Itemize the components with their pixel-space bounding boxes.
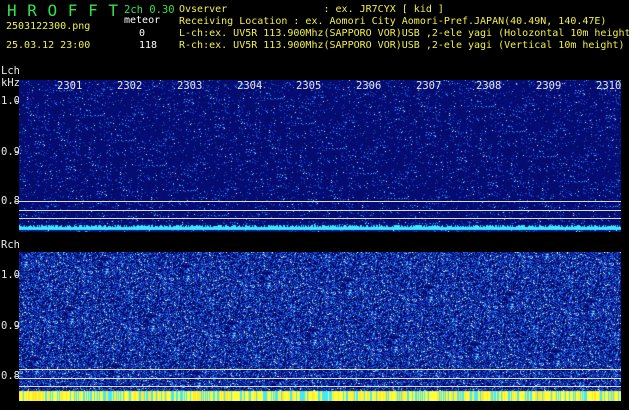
- xtick-2309: 2309: [536, 80, 562, 92]
- xtick-2301: 2301: [57, 80, 83, 92]
- rch-marker-line-2: [19, 378, 621, 379]
- app-title: H R O F F T: [7, 1, 119, 20]
- rch-tick-mark-0-8: [15, 376, 19, 377]
- rch-spectrogram: [19, 252, 621, 401]
- location-line: Receiving Location : ex. Aomori City Aom…: [179, 16, 607, 27]
- lch-tick-mark-0-9: [15, 152, 19, 153]
- lch-spectrogram: [19, 80, 621, 232]
- rch-tick-mark-1-0: [15, 275, 19, 276]
- lch-tick-mark-1-0: [15, 101, 19, 102]
- xtick-2308: 2308: [476, 80, 502, 92]
- rch-description: R-ch:ex. UV5R 113.900Mhz(SAPPORO VOR)USB…: [179, 40, 625, 51]
- channel-mode: 2ch 0.30: [124, 4, 175, 16]
- rch-marker-line-1: [19, 369, 621, 370]
- hrofft-window: { "header": { "title": "H R O F F T", "c…: [0, 0, 629, 410]
- filename: 2503122300.png: [6, 21, 91, 32]
- lch-marker-line-3: [19, 218, 621, 219]
- xtick-2306: 2306: [356, 80, 382, 92]
- meteor-label: meteor: [124, 15, 161, 26]
- xtick-2302: 2302: [117, 80, 143, 92]
- lch-marker-line-2: [19, 210, 621, 211]
- rch-tick-mark-0-9: [15, 326, 19, 327]
- xtick-2305: 2305: [296, 80, 322, 92]
- rch-label: Rch: [1, 239, 20, 251]
- lch-label: Lch: [1, 65, 20, 77]
- xtick-2310: 2310: [596, 80, 622, 92]
- lch-meteor-count: 0: [139, 28, 146, 39]
- datetime: 25.03.12 23:00: [6, 40, 91, 51]
- xtick-2304: 2304: [237, 80, 263, 92]
- lch-tick-mark-0-8: [15, 201, 19, 202]
- lch-marker-line-1: [19, 201, 621, 202]
- xtick-2307: 2307: [416, 80, 442, 92]
- lch-description: L-ch:ex. UV5R 113.900Mhz(SAPPORO VOR)USB…: [179, 28, 629, 39]
- observer-line: Ovserver : ex. JR7CYX [ kid ]: [179, 4, 444, 15]
- rch-marker-line-3: [19, 386, 621, 387]
- xtick-2303: 2303: [177, 80, 203, 92]
- rch-meteor-count: 118: [139, 40, 158, 51]
- lch-unit: kHz: [1, 77, 20, 89]
